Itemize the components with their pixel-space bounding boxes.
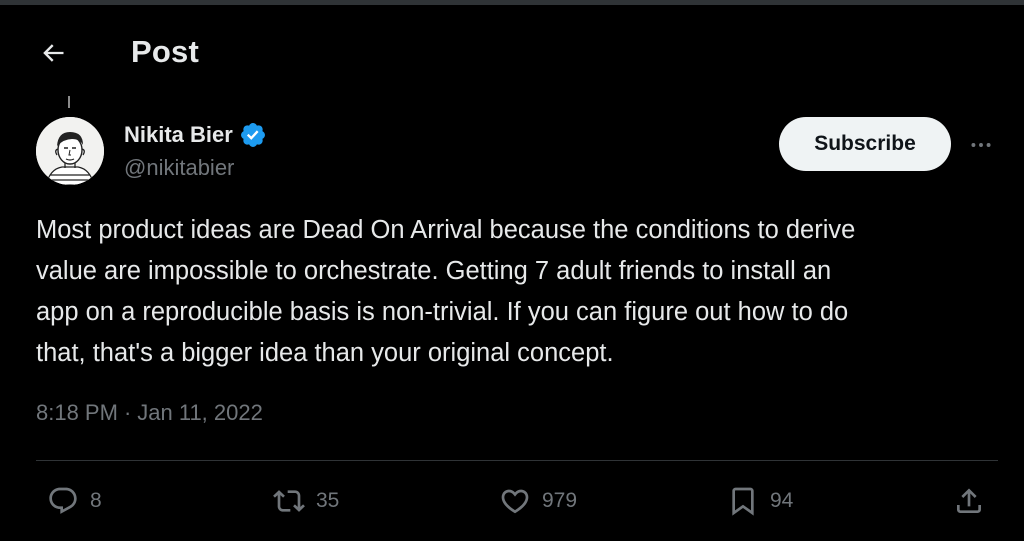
window-top-border [0,0,1024,5]
repost-button[interactable]: 35 [272,478,339,524]
page-title: Post [131,34,199,69]
share-icon [952,484,986,518]
tweet-text: Most product ideas are Dead On Arrival b… [36,216,856,367]
subscribe-button[interactable]: Subscribe [779,117,951,171]
divider [36,460,998,461]
verified-badge-icon[interactable] [239,121,267,149]
repost-icon [272,484,306,518]
reply-icon [46,484,80,518]
thread-connector-line [68,96,70,108]
back-button[interactable] [34,34,72,72]
avatar-illustration [36,117,104,185]
author-handle[interactable]: @nikitabier [124,155,234,181]
tweet-timestamp[interactable]: 8:18 PM · Jan 11, 2022 [36,400,263,426]
reply-button[interactable]: 8 [46,478,102,524]
bookmark-button[interactable]: 94 [726,478,793,524]
repost-count: 35 [316,489,340,512]
author-name[interactable]: Nikita Bier [124,122,233,148]
avatar[interactable] [36,117,104,185]
like-count: 979 [542,489,578,512]
reply-count: 8 [90,489,102,512]
arrow-left-icon [43,44,64,62]
like-button[interactable]: 979 [498,478,577,524]
bookmark-count: 94 [770,489,794,512]
heart-icon [498,484,532,518]
bookmark-icon [726,484,760,518]
author-name-row: Nikita Bier [124,121,267,149]
page-header: Post [0,22,1024,82]
more-options-button[interactable] [964,128,998,162]
action-bar: 8 35 979 94 [0,478,1024,524]
timestamp-separator: · [123,400,132,425]
tweet-time: 8:18 PM [36,400,118,425]
share-button[interactable] [952,478,986,524]
more-horizontal-icon [971,143,991,147]
tweet-date: Jan 11, 2022 [137,400,263,425]
